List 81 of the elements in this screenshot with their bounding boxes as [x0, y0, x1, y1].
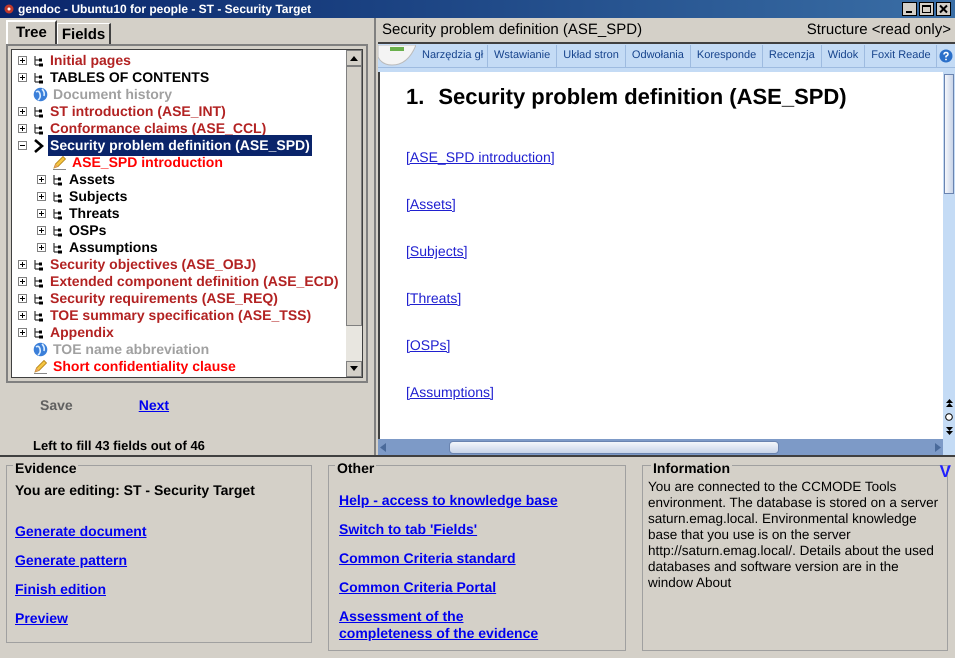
window-title: gendoc - Ubuntu10 for people - ST - Security Target — [18, 1, 312, 18]
ribbon-tab[interactable]: Wstawianie — [488, 44, 558, 66]
action-link[interactable]: Finish edition — [15, 579, 106, 600]
action-link[interactable]: Assessment of the completeness of the evidence — [339, 606, 559, 644]
hierarchy-icon — [33, 276, 45, 288]
document-heading: Security problem definition (ASE_SPD) — [438, 83, 847, 111]
document-link[interactable]: [Assets] — [406, 194, 456, 215]
expand-icon[interactable] — [18, 56, 27, 65]
ribbon-tab[interactable]: Koresponde — [690, 44, 763, 66]
editor-mode: Structure <read only> — [806, 20, 951, 40]
document-link[interactable]: [Assumptions] — [406, 382, 494, 403]
app-icon — [4, 4, 14, 14]
action-link[interactable]: Generate document — [15, 521, 146, 542]
action-link[interactable]: Preview — [15, 608, 68, 629]
next-page-icon[interactable] — [946, 427, 952, 435]
previous-page-icon[interactable] — [946, 399, 952, 407]
hierarchy-icon — [33, 72, 45, 84]
action-link[interactable]: Common Criteria standard — [339, 548, 516, 569]
hierarchy-icon — [52, 242, 64, 254]
expand-icon[interactable] — [18, 73, 27, 82]
ribbon-tab[interactable]: Recenzja — [762, 44, 822, 66]
scroll-up-icon[interactable] — [350, 56, 358, 60]
globe-icon — [33, 87, 48, 102]
hierarchy-icon — [52, 208, 64, 220]
hierarchy-icon — [33, 326, 45, 338]
expand-icon[interactable] — [18, 260, 27, 269]
document-link[interactable]: [OSPs] — [406, 335, 450, 356]
maximize-button[interactable] — [919, 2, 934, 16]
action-link[interactable]: Switch to tab 'Fields' — [339, 519, 478, 540]
version-link[interactable]: V — [940, 459, 951, 484]
fill-status: Left to fill 43 fields out of 46 — [32, 436, 206, 454]
expand-icon[interactable] — [37, 175, 46, 184]
ribbon-tab[interactable]: Odwołania — [626, 44, 691, 66]
vertical-scrollbar[interactable] — [346, 50, 362, 376]
editor-title: Security problem definition (ASE_SPD) — [382, 20, 642, 40]
close-button[interactable] — [936, 2, 951, 16]
hierarchy-icon — [33, 54, 45, 66]
hierarchy-icon — [33, 310, 45, 322]
document-link[interactable]: [Subjects] — [406, 241, 468, 262]
expand-icon[interactable] — [18, 294, 27, 303]
help-icon[interactable] — [939, 48, 953, 62]
scroll-down-icon[interactable] — [350, 366, 358, 371]
ribbon-tab[interactable]: Narzędzia gł — [416, 44, 488, 66]
hierarchy-icon — [33, 106, 45, 118]
panel-tab[interactable]: Fields — [56, 23, 112, 44]
browse-object-icon[interactable] — [945, 413, 953, 421]
hierarchy-icon — [52, 224, 64, 236]
hierarchy-icon — [33, 258, 45, 270]
ribbon-tab[interactable]: Foxit Reade — [865, 44, 938, 66]
globe-icon — [33, 342, 48, 357]
panel-tab[interactable]: Tree — [6, 20, 57, 44]
pencil-icon — [33, 359, 48, 374]
document-link[interactable]: [Threats] — [406, 288, 462, 309]
hierarchy-icon — [33, 292, 45, 304]
action-link[interactable]: Generate pattern — [15, 550, 128, 571]
action-link[interactable]: Help - access to knowledge base — [339, 490, 558, 511]
next-link[interactable]: Next — [138, 394, 170, 416]
ribbon-tab[interactable]: Układ stron — [557, 44, 626, 66]
ribbon-tab[interactable]: Widok — [822, 44, 866, 66]
editing-status: You are editing: ST - Security Target — [15, 481, 256, 500]
hierarchy-icon — [33, 122, 45, 134]
expand-icon[interactable] — [37, 192, 46, 201]
action-link[interactable]: Common Criteria Portal — [339, 577, 496, 598]
minimize-button[interactable] — [902, 2, 917, 16]
collapse-icon[interactable] — [18, 141, 27, 150]
expand-icon[interactable] — [37, 226, 46, 235]
expand-icon[interactable] — [18, 124, 27, 133]
expand-icon[interactable] — [18, 311, 27, 320]
expand-icon[interactable] — [18, 277, 27, 286]
information-text: You are connected to the CCMODE Tools environment. The database is stored on a server saturn.emag.local. Environmental knowledge base that you use is on the server http://saturn.emag.local/. Details about the used databases and software version are in the window About — [648, 479, 940, 591]
hierarchy-icon — [52, 190, 64, 202]
pencil-icon — [52, 155, 67, 170]
heading-number: 1. — [406, 83, 424, 111]
expand-icon[interactable] — [37, 243, 46, 252]
hierarchy-icon — [52, 174, 64, 186]
expand-icon[interactable] — [18, 107, 27, 116]
document-link[interactable]: [ASE_SPD introduction] — [406, 147, 555, 168]
chevron-icon — [33, 138, 45, 152]
expand-icon[interactable] — [18, 328, 27, 337]
expand-icon[interactable] — [37, 209, 46, 218]
tree-item[interactable]: Security problem definition (ASE_SPD) — [48, 135, 312, 156]
